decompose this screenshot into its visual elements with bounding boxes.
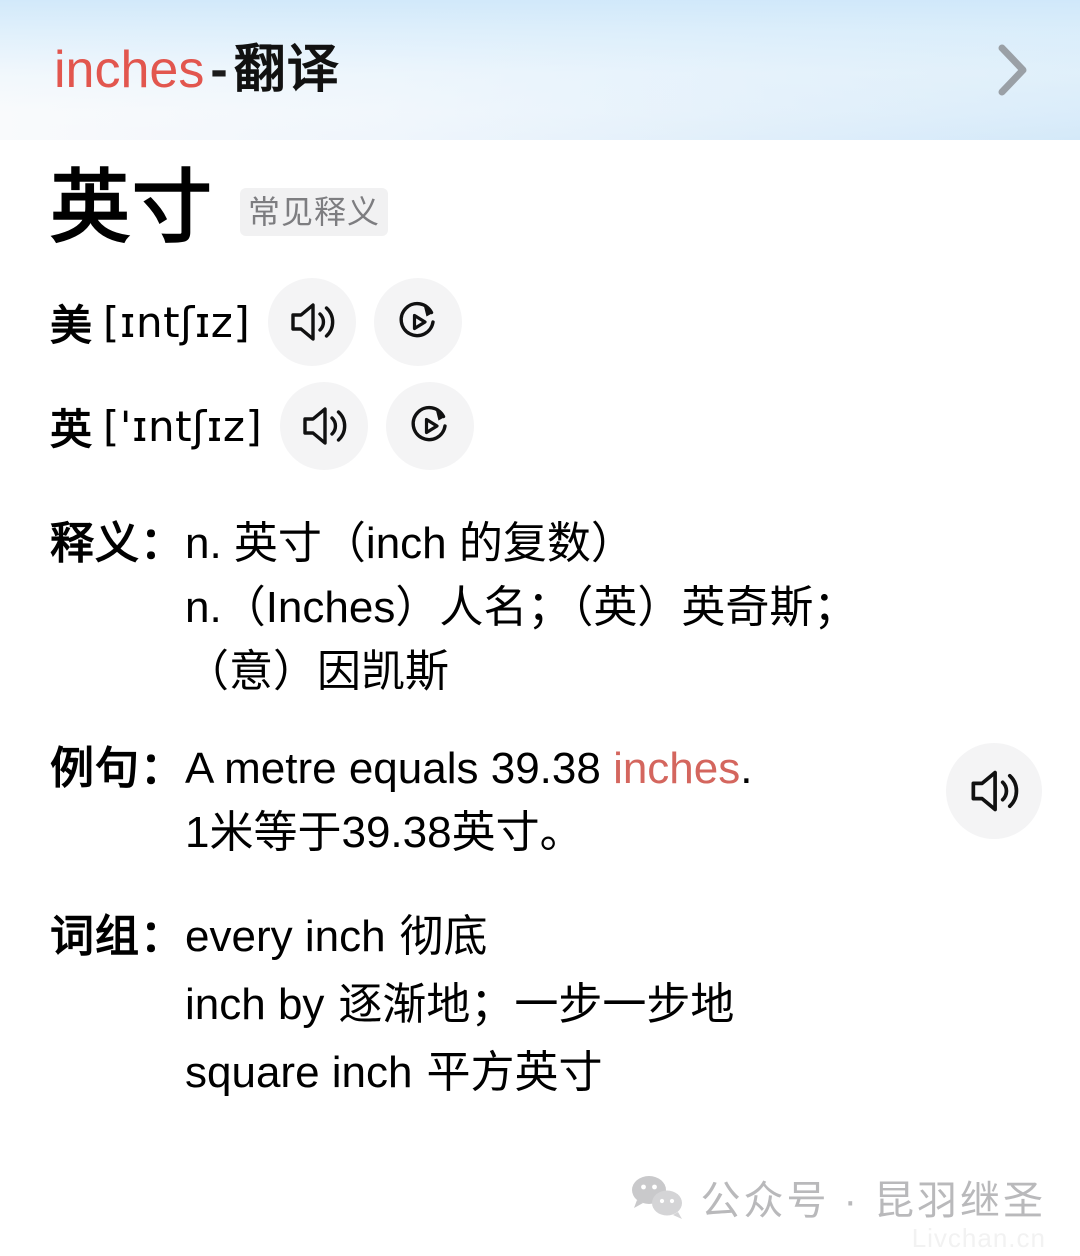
- meanings-label: 释义：: [50, 519, 185, 568]
- pronunciation-region-uk: 英: [50, 405, 94, 453]
- pronunciation-ipa-uk: ['ɪntʃɪz]: [103, 401, 263, 451]
- speaker-icon[interactable]: [280, 382, 369, 470]
- phrase-en: inch by: [185, 979, 325, 1029]
- replay-play-icon[interactable]: [374, 278, 463, 366]
- meanings-body: n. 英寸（inch 的复数） n.（Inches）人名；（英）英奇斯； （意）…: [185, 512, 1036, 703]
- headword-row: 英寸 常见释义: [50, 152, 1036, 248]
- phrases-label: 词组：: [50, 911, 185, 961]
- phrase-item[interactable]: every inch 彻底: [185, 905, 1036, 973]
- page-header: inches - 翻译: [0, 0, 1080, 140]
- example-body: A metre equals 39.38 inches. 1米等于39.38英寸…: [185, 737, 1036, 865]
- phrase-item[interactable]: inch by 逐渐地；一步一步地: [185, 973, 1036, 1041]
- pronunciation-row-uk: 英 ['ɪntʃɪz]: [50, 374, 1036, 478]
- watermark-subtext: Livchan.cn: [911, 1223, 1046, 1253]
- example-sentence-en: A metre equals 39.38 inches.: [185, 737, 916, 801]
- phrase-cn: 彻底: [399, 911, 488, 961]
- header-separator: -: [210, 41, 228, 99]
- phrase-en: square inch: [185, 1047, 413, 1097]
- chevron-right-icon[interactable]: [990, 44, 1036, 96]
- phrase-cn: 逐渐地；一步一步地: [338, 979, 735, 1029]
- translation-card: 英寸 常见释义 美 [ɪntʃɪz] 英 ['ɪntʃɪz] 释义： n. 英寸…: [0, 140, 1080, 1256]
- headword: 英寸: [50, 163, 214, 252]
- phrase-en: every inch: [185, 911, 386, 961]
- header-section-label: 翻译: [233, 41, 340, 99]
- header-query-word: inches: [54, 41, 205, 99]
- pronunciation-region-us: 美: [50, 301, 94, 349]
- pronunciation-ipa-us: [ɪntʃɪz]: [103, 297, 251, 347]
- phrase-cn: 平方英寸: [426, 1047, 603, 1097]
- example-en-highlight: inches: [613, 744, 741, 794]
- meaning-line: n.（Inches）人名；（英）英奇斯；: [185, 582, 858, 632]
- meanings-section: 释义： n. 英寸（inch 的复数） n.（Inches）人名；（英）英奇斯；…: [50, 512, 1036, 703]
- speaker-icon[interactable]: [268, 278, 357, 366]
- example-sentence-cn: 1米等于39.38英寸。: [185, 808, 584, 858]
- phrases-section: 词组： every inch 彻底 inch by 逐渐地；一步一步地 square…: [50, 905, 1036, 1108]
- header-bar[interactable]: inches - 翻译: [54, 44, 1036, 96]
- meaning-line: （意）因凯斯: [185, 646, 449, 696]
- phrase-item[interactable]: square inch 平方英寸: [185, 1041, 1036, 1109]
- example-en-prefix: A metre equals 39.38: [185, 744, 614, 794]
- phrases-body: every inch 彻底 inch by 逐渐地；一步一步地 square inc…: [185, 905, 1036, 1108]
- meaning-line: n. 英寸（inch 的复数）: [185, 519, 635, 568]
- speaker-icon[interactable]: [946, 743, 1042, 840]
- common-meaning-badge: 常见释义: [240, 188, 389, 236]
- replay-play-icon[interactable]: [386, 382, 475, 470]
- example-label: 例句：: [50, 744, 185, 794]
- example-section: 例句： A metre equals 39.38 inches. 1米等于39.…: [50, 737, 1042, 865]
- header-title: inches - 翻译: [54, 44, 340, 96]
- pronunciation-row-us: 美 [ɪntʃɪz]: [50, 270, 1036, 374]
- example-en-suffix: .: [740, 744, 753, 794]
